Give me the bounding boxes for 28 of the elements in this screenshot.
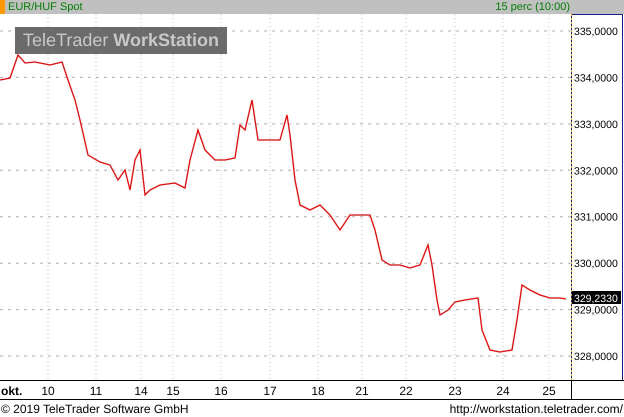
last-price-tag: 329,2330: [572, 291, 621, 305]
x-axis-label: 17: [263, 384, 277, 398]
x-axis-label: 24: [496, 384, 510, 398]
y-axis-label: 332,0000: [574, 165, 618, 178]
x-axis-label: 16: [214, 384, 228, 398]
x-axis-label: 18: [311, 384, 325, 398]
y-axis-label: 330,0000: [574, 258, 618, 270]
chart-marker-icon: [0, 0, 5, 14]
brand-badge: TeleTrader WorkStation: [15, 27, 228, 54]
x-axis-label: 10: [41, 384, 55, 398]
x-axis-label: 23: [448, 384, 462, 398]
x-axis-label: 25: [542, 384, 556, 398]
x-axis-label: 14: [134, 384, 148, 398]
interval-label: 15 perc (10:00): [495, 2, 570, 12]
x-axis-label: 15: [166, 384, 180, 398]
x-axis-label: 22: [399, 384, 413, 398]
x-axis-label: 21: [355, 384, 369, 398]
website-link[interactable]: http://workstation.teletrader.com/: [450, 402, 623, 414]
symbol-label: EUR/HUF Spot: [8, 2, 83, 12]
x-axis-label: 11: [90, 384, 102, 398]
y-axis-label: 334,0000: [574, 72, 618, 84]
copyright-text: © 2019 TeleTrader Software GmbH: [1, 402, 189, 414]
y-axis-label: 335,0000: [574, 26, 618, 38]
y-axis-label: 329,0000: [574, 304, 618, 317]
y-axis-label: 331,0000: [574, 212, 618, 224]
y-axis-label: 333,0000: [574, 118, 618, 131]
month-label: okt.: [1, 384, 22, 398]
y-axis-label: 328,0000: [574, 351, 618, 363]
